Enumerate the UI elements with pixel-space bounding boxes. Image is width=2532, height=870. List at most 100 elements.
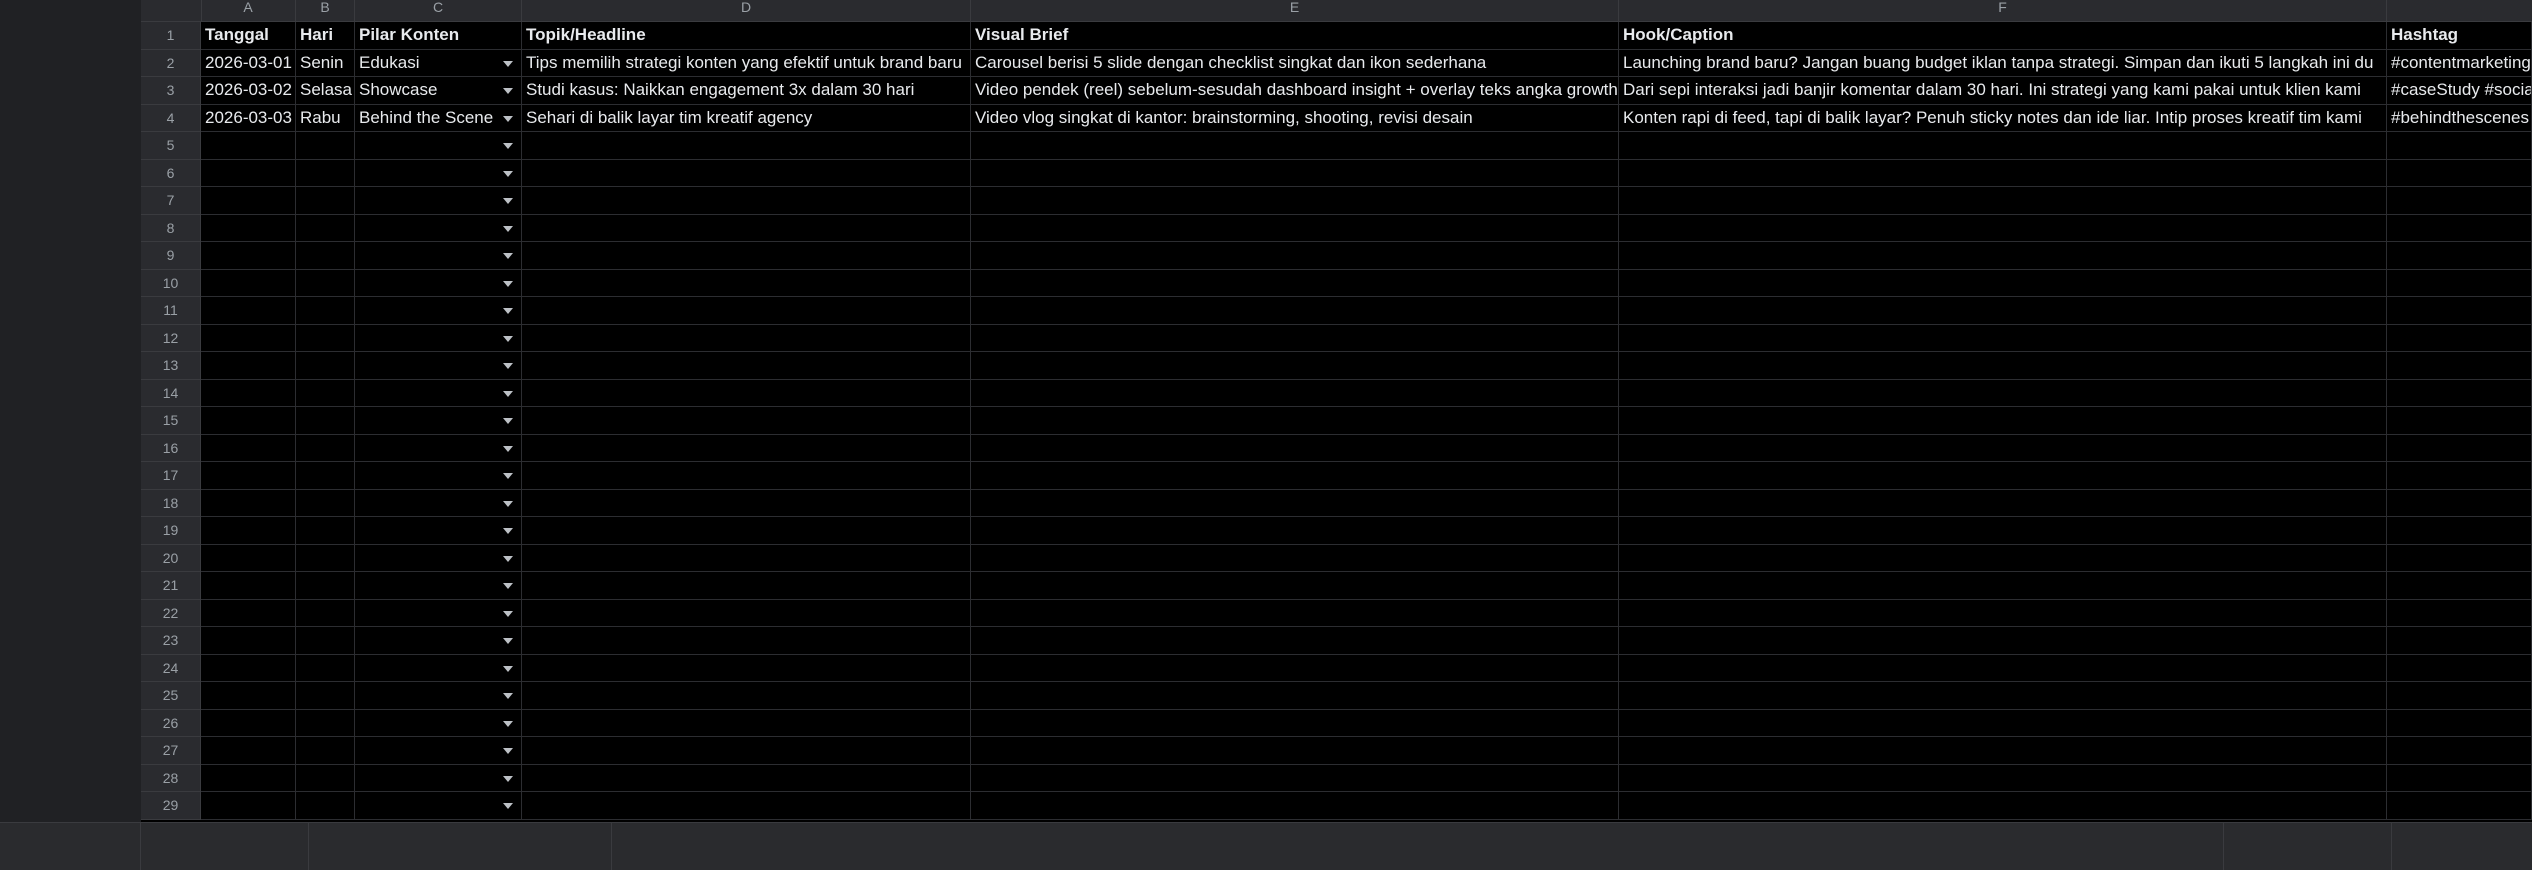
cell-day[interactable] xyxy=(296,627,355,654)
cell-date[interactable] xyxy=(201,324,296,351)
chevron-down-icon[interactable] xyxy=(503,198,513,204)
row-header[interactable]: 12 xyxy=(141,324,201,352)
cell-day[interactable] xyxy=(296,324,355,351)
row-header[interactable]: 9 xyxy=(141,242,201,270)
row-header[interactable]: 27 xyxy=(141,737,201,765)
cell-topic[interactable]: Sehari di balik layar tim kreatif agency xyxy=(522,104,971,131)
cell-visual-brief[interactable] xyxy=(971,654,1619,681)
header-cell-date[interactable]: Tanggal xyxy=(201,22,296,49)
cell-day[interactable] xyxy=(296,792,355,819)
cell-visual-brief[interactable] xyxy=(971,599,1619,626)
cell-day[interactable] xyxy=(296,159,355,186)
cell-topic[interactable] xyxy=(522,489,971,516)
cell-visual-brief[interactable] xyxy=(971,324,1619,351)
cell-day[interactable] xyxy=(296,654,355,681)
cell-day[interactable] xyxy=(296,434,355,461)
cell-day[interactable] xyxy=(296,599,355,626)
row-header[interactable]: 19 xyxy=(141,517,201,545)
cell-hashtag[interactable] xyxy=(2387,682,2532,709)
chevron-down-icon[interactable] xyxy=(503,693,513,699)
cell-pillar[interactable] xyxy=(355,159,522,186)
cell-hashtag[interactable] xyxy=(2387,517,2532,544)
cell-hashtag[interactable]: #behindthescenes xyxy=(2387,104,2532,131)
cell-date[interactable] xyxy=(201,544,296,571)
cell-hashtag[interactable] xyxy=(2387,324,2532,351)
cell-date[interactable] xyxy=(201,187,296,214)
row-header[interactable]: 25 xyxy=(141,682,201,710)
chevron-down-icon[interactable] xyxy=(503,473,513,479)
cell-day[interactable] xyxy=(296,297,355,324)
cell-hashtag[interactable] xyxy=(2387,269,2532,296)
row-header[interactable]: 23 xyxy=(141,627,201,655)
cell-hook-caption[interactable] xyxy=(1619,297,2387,324)
cell-topic[interactable] xyxy=(522,462,971,489)
cell-pillar[interactable] xyxy=(355,324,522,351)
cell-day[interactable] xyxy=(296,132,355,159)
cell-hashtag[interactable] xyxy=(2387,187,2532,214)
cell-topic[interactable] xyxy=(522,572,971,599)
cell-topic[interactable] xyxy=(522,764,971,791)
cell-hashtag[interactable] xyxy=(2387,764,2532,791)
cell-date[interactable] xyxy=(201,462,296,489)
header-cell-pillar[interactable]: Pilar Konten xyxy=(355,22,522,49)
row-header[interactable]: 3 xyxy=(141,77,201,105)
cell-hook-caption[interactable] xyxy=(1619,654,2387,681)
cell-date[interactable] xyxy=(201,764,296,791)
cell-day[interactable] xyxy=(296,682,355,709)
row-header[interactable]: 10 xyxy=(141,269,201,297)
cell-topic[interactable] xyxy=(522,434,971,461)
cell-day[interactable] xyxy=(296,352,355,379)
cell-pillar[interactable] xyxy=(355,599,522,626)
cell-day[interactable]: Rabu xyxy=(296,104,355,131)
cell-pillar[interactable] xyxy=(355,352,522,379)
cell-hook-caption[interactable] xyxy=(1619,709,2387,736)
cell-hook-caption[interactable] xyxy=(1619,544,2387,571)
cell-hashtag[interactable] xyxy=(2387,792,2532,819)
row-header[interactable]: 28 xyxy=(141,764,201,792)
cell-pillar[interactable] xyxy=(355,297,522,324)
row-header[interactable]: 13 xyxy=(141,352,201,380)
cell-pillar[interactable] xyxy=(355,682,522,709)
cell-date[interactable]: 2026-03-03 xyxy=(201,104,296,131)
cell-hook-caption[interactable] xyxy=(1619,407,2387,434)
cell-hook-caption[interactable] xyxy=(1619,132,2387,159)
chevron-down-icon[interactable] xyxy=(503,390,513,397)
cell-visual-brief[interactable] xyxy=(971,132,1619,159)
select-all-corner[interactable] xyxy=(141,0,202,21)
cell-hook-caption[interactable] xyxy=(1619,462,2387,489)
cell-day[interactable] xyxy=(296,379,355,406)
cell-date[interactable] xyxy=(201,682,296,709)
cell-topic[interactable] xyxy=(522,379,971,406)
chevron-down-icon[interactable] xyxy=(503,418,513,424)
cell-hook-caption[interactable]: Launching brand baru? Jangan buang budge… xyxy=(1619,49,2387,76)
row-header[interactable]: 29 xyxy=(141,792,201,820)
cell-pillar[interactable] xyxy=(355,627,522,654)
header-cell-topic[interactable]: Topik/Headline xyxy=(522,22,971,49)
chevron-down-icon[interactable] xyxy=(503,748,513,754)
cell-topic[interactable]: Studi kasus: Naikkan engagement 3x dalam… xyxy=(522,77,971,104)
cell-hashtag[interactable] xyxy=(2387,297,2532,324)
cell-pillar[interactable] xyxy=(355,434,522,461)
cell-hook-caption[interactable] xyxy=(1619,599,2387,626)
chevron-down-icon[interactable] xyxy=(503,225,513,232)
cell-hashtag[interactable]: #caseStudy #social xyxy=(2387,77,2532,104)
cell-date[interactable] xyxy=(201,737,296,764)
row-header[interactable]: 2 xyxy=(141,49,201,77)
cell-day[interactable] xyxy=(296,214,355,241)
cell-pillar[interactable] xyxy=(355,407,522,434)
cell-hashtag[interactable] xyxy=(2387,132,2532,159)
chevron-down-icon[interactable] xyxy=(503,638,513,644)
cell-visual-brief[interactable] xyxy=(971,379,1619,406)
cell-day[interactable] xyxy=(296,242,355,269)
cell-pillar[interactable] xyxy=(355,489,522,516)
cell-hook-caption[interactable] xyxy=(1619,352,2387,379)
chevron-down-icon[interactable] xyxy=(503,528,513,534)
cell-visual-brief[interactable] xyxy=(971,627,1619,654)
cell-visual-brief[interactable] xyxy=(971,682,1619,709)
cell-hashtag[interactable] xyxy=(2387,737,2532,764)
column-header-e[interactable]: E xyxy=(971,0,1619,21)
row-header[interactable]: 8 xyxy=(141,214,201,242)
cell-visual-brief[interactable] xyxy=(971,214,1619,241)
cell-visual-brief[interactable] xyxy=(971,297,1619,324)
cell-day[interactable]: Selasa xyxy=(296,77,355,104)
